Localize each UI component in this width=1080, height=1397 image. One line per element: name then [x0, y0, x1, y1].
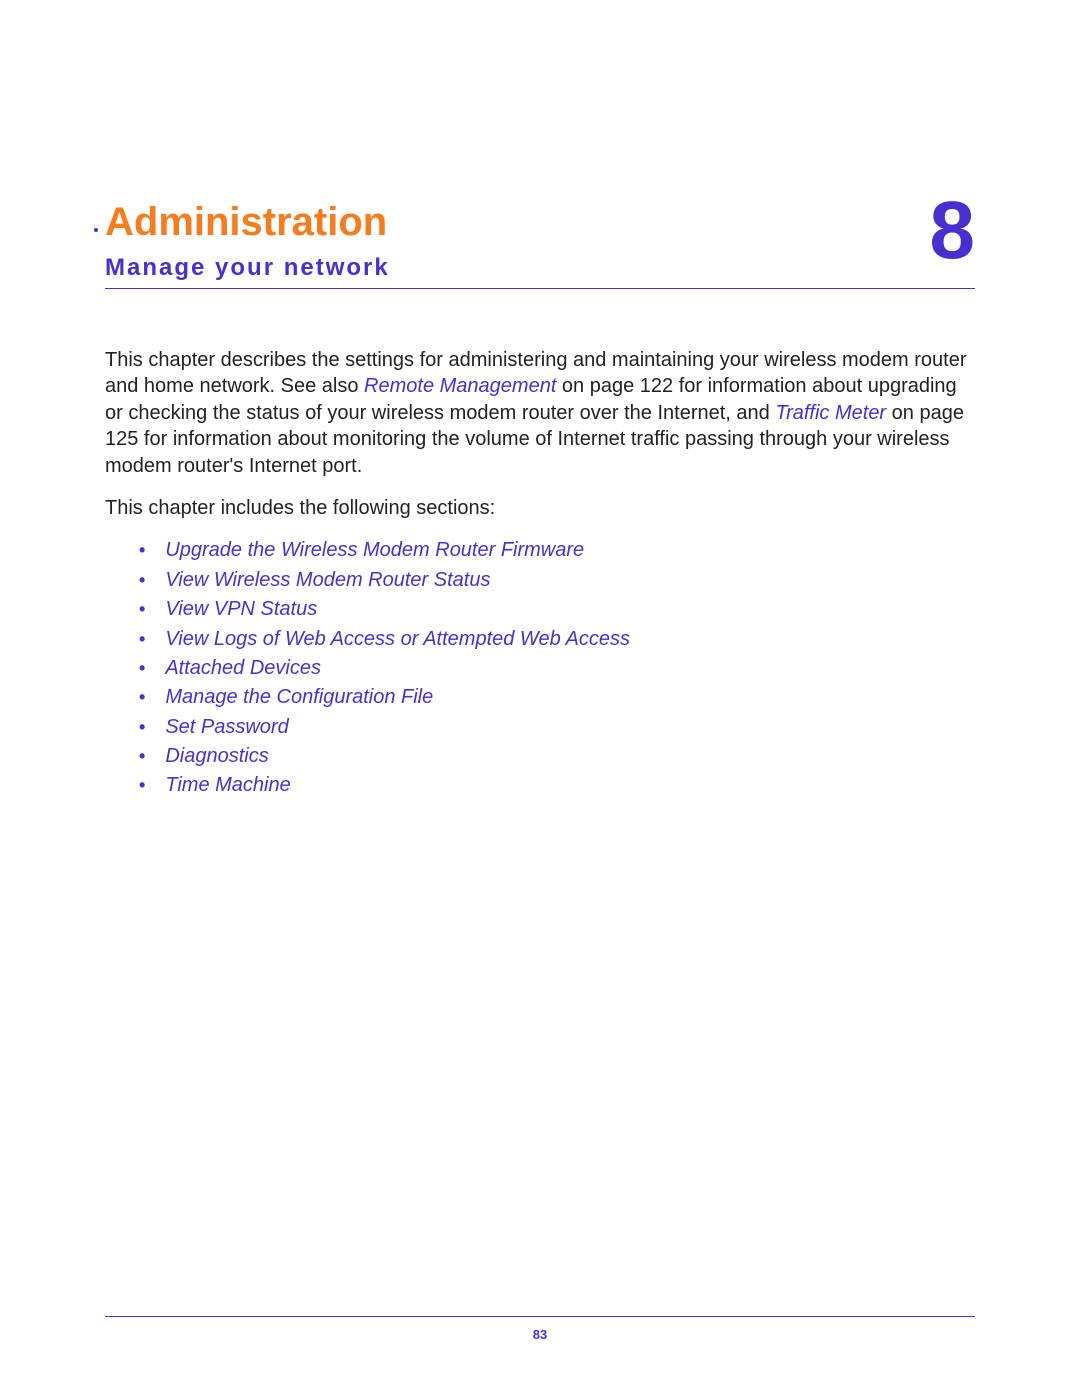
- sections-intro: This chapter includes the following sect…: [105, 495, 975, 521]
- chapter-title: Administration: [105, 200, 390, 244]
- section-list: • Upgrade the Wireless Modem Router Firm…: [105, 537, 975, 799]
- page-number: 83: [0, 1327, 1080, 1342]
- bullet-icon: •: [139, 686, 145, 710]
- section-link[interactable]: View Logs of Web Access or Attempted Web…: [165, 626, 630, 652]
- link-traffic-meter[interactable]: Traffic Meter: [775, 402, 886, 424]
- list-item: • View Wireless Modem Router Status: [139, 567, 975, 593]
- list-item: • View Logs of Web Access or Attempted W…: [139, 626, 975, 652]
- list-item: • Set Password: [139, 714, 975, 740]
- list-item: • Attached Devices: [139, 655, 975, 681]
- chapter-header: Administration Manage your network 8: [105, 200, 975, 289]
- bullet-icon: •: [139, 539, 145, 563]
- list-item: • Upgrade the Wireless Modem Router Firm…: [139, 537, 975, 563]
- section-link[interactable]: Attached Devices: [165, 655, 321, 681]
- section-link[interactable]: View VPN Status: [165, 596, 317, 622]
- bullet-icon: •: [139, 716, 145, 740]
- list-item: • Diagnostics: [139, 743, 975, 769]
- section-link[interactable]: Upgrade the Wireless Modem Router Firmwa…: [165, 537, 584, 563]
- list-item: • View VPN Status: [139, 596, 975, 622]
- bullet-icon: •: [139, 628, 145, 652]
- section-link[interactable]: Set Password: [165, 714, 288, 740]
- list-item: • Time Machine: [139, 772, 975, 798]
- chapter-subtitle: Manage your network: [105, 254, 390, 282]
- section-link[interactable]: Diagnostics: [165, 743, 268, 769]
- section-link[interactable]: View Wireless Modem Router Status: [165, 567, 490, 593]
- footer-rule: [105, 1316, 975, 1317]
- intro-paragraph: This chapter describes the settings for …: [105, 347, 975, 479]
- bullet-icon: •: [139, 569, 145, 593]
- document-page: Administration Manage your network 8 Thi…: [0, 0, 1080, 1397]
- body-content: This chapter describes the settings for …: [105, 347, 975, 799]
- list-item: • Manage the Configuration File: [139, 684, 975, 710]
- title-block: Administration Manage your network: [105, 200, 390, 282]
- link-remote-management[interactable]: Remote Management: [364, 375, 556, 397]
- chapter-number: 8: [929, 194, 975, 268]
- bullet-icon: •: [139, 657, 145, 681]
- bullet-icon: •: [139, 774, 145, 798]
- section-link[interactable]: Manage the Configuration File: [165, 684, 433, 710]
- section-link[interactable]: Time Machine: [165, 772, 290, 798]
- bullet-icon: •: [139, 598, 145, 622]
- chapter-marker-dot: [94, 228, 98, 232]
- bullet-icon: •: [139, 745, 145, 769]
